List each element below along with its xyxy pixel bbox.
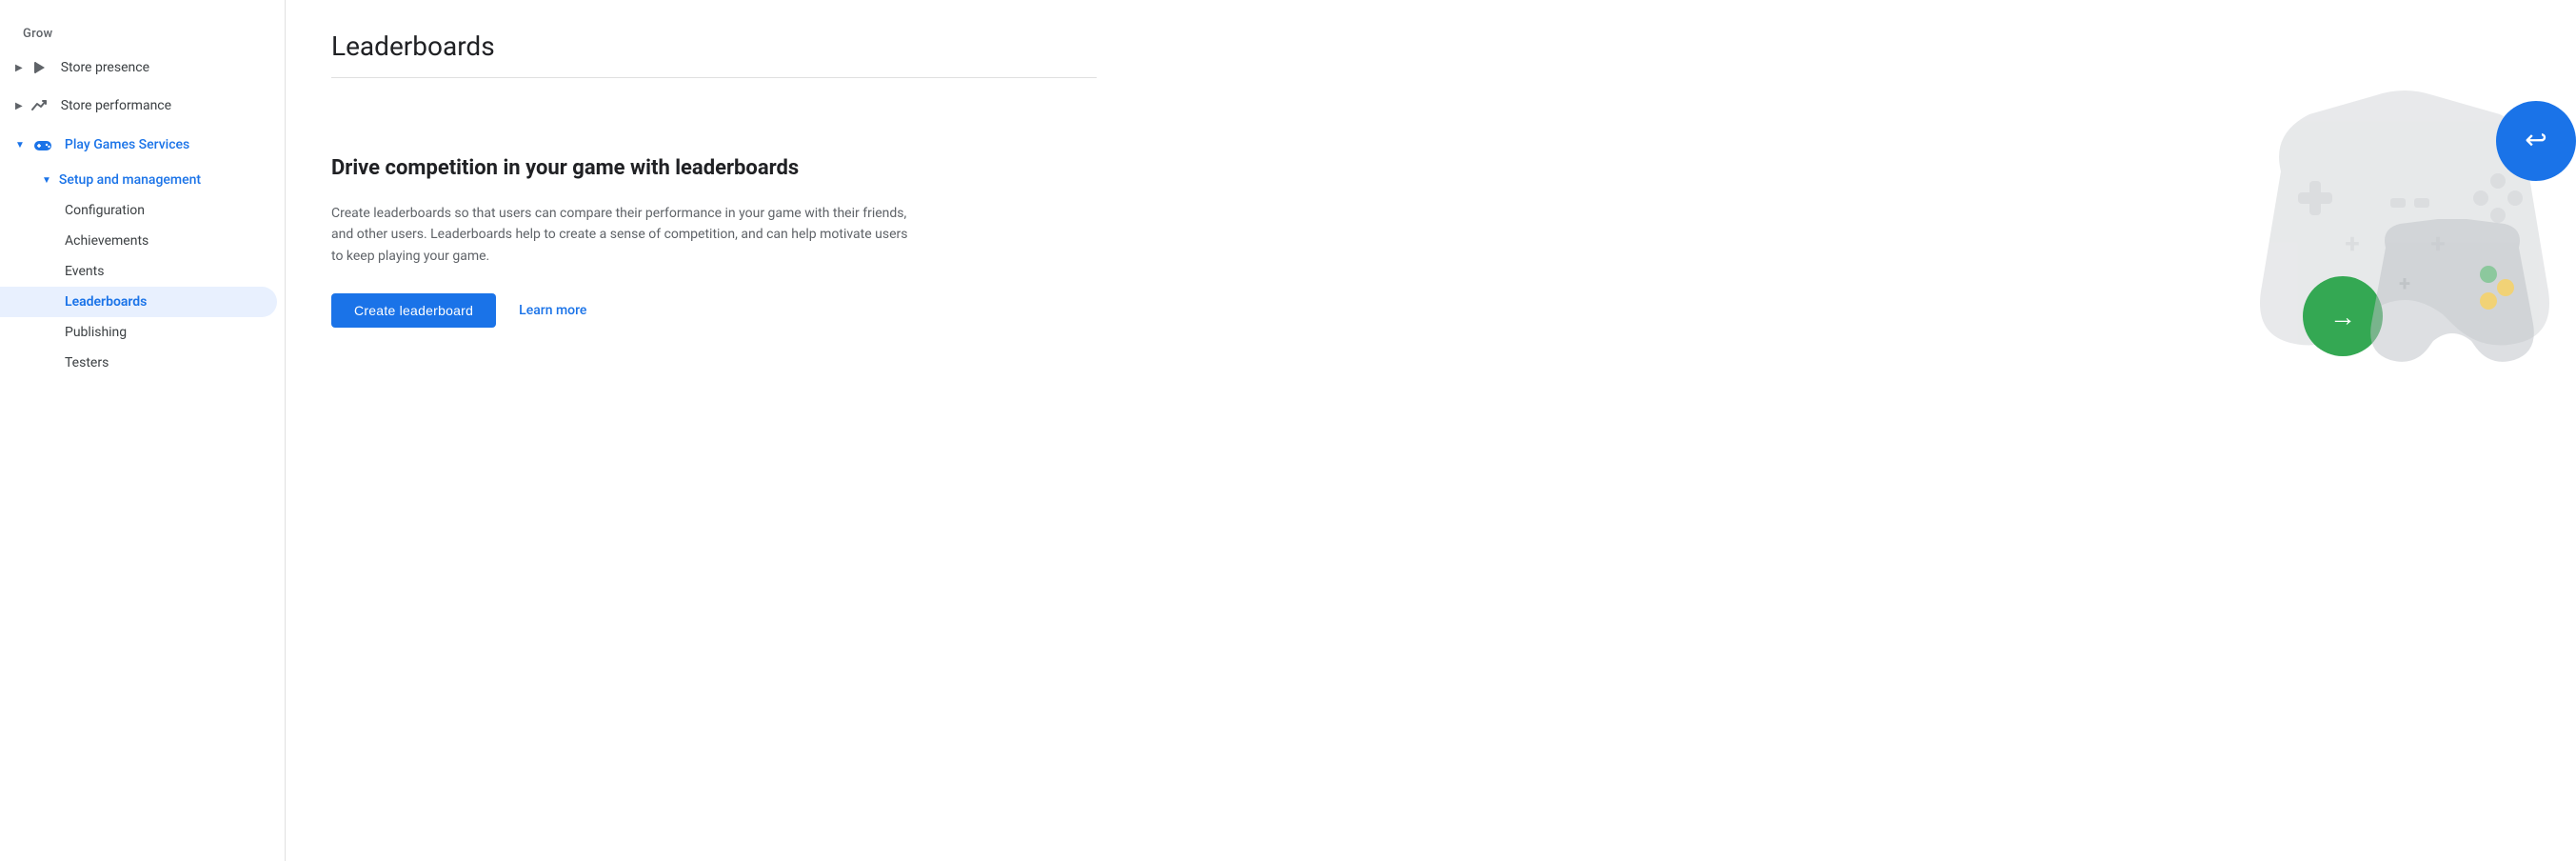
hero-text: Drive competition in your game with lead…: [331, 154, 950, 328]
trend-icon: [30, 96, 50, 115]
create-leaderboard-button[interactable]: Create leaderboard: [331, 293, 496, 328]
play-icon: [30, 58, 50, 77]
chevron-down-icon: ▼: [15, 140, 25, 150]
svg-text:↩: ↩: [2525, 124, 2546, 155]
sidebar-publishing-label: Publishing: [65, 325, 127, 340]
sidebar-item-achievements[interactable]: Achievements: [0, 226, 277, 256]
sidebar-events-label: Events: [65, 264, 104, 279]
sidebar-leaderboards-label: Leaderboards: [65, 294, 147, 310]
sidebar-item-store-performance[interactable]: ▶ Store performance: [0, 87, 277, 125]
svg-text:→: →: [2329, 301, 2356, 332]
sidebar-item-testers[interactable]: Testers: [0, 348, 277, 378]
hero-title: Drive competition in your game with lead…: [331, 154, 950, 184]
main-content-area: Leaderboards Drive competition in your g…: [286, 0, 2576, 861]
sidebar-configuration-label: Configuration: [65, 203, 145, 218]
page-title: Leaderboards: [331, 30, 1097, 62]
sidebar-setup-management-label: Setup and management: [59, 172, 201, 188]
learn-more-link[interactable]: Learn more: [519, 303, 586, 318]
sidebar-item-play-games-services[interactable]: ▼ Play Games Services: [0, 125, 277, 165]
svg-text:+: +: [2345, 228, 2359, 259]
title-divider: [331, 77, 1097, 78]
sidebar-item-play-games-label: Play Games Services: [65, 137, 189, 152]
game-controller-illustration: + + ↩ → +: [2252, 57, 2576, 419]
sidebar-item-store-performance-label: Store performance: [61, 98, 171, 113]
hero-actions: Create leaderboard Learn more: [331, 293, 950, 328]
sidebar-item-configuration[interactable]: Configuration: [0, 195, 277, 226]
svg-text:+: +: [2399, 272, 2410, 296]
hero-section: Drive competition in your game with lead…: [331, 154, 1097, 328]
hero-description: Create leaderboards so that users can co…: [331, 203, 921, 267]
grow-section-label: Grow: [0, 19, 285, 49]
chevron-right-icon: ▶: [15, 63, 23, 73]
sidebar-item-leaderboards[interactable]: Leaderboards: [0, 287, 277, 317]
sidebar-item-setup-management[interactable]: ▼ Setup and management: [0, 165, 277, 195]
sidebar-testers-label: Testers: [65, 355, 109, 370]
sidebar-item-store-presence[interactable]: ▶ Store presence: [0, 49, 277, 87]
chevron-right-icon-2: ▶: [15, 101, 23, 111]
sidebar-item-store-presence-label: Store presence: [61, 60, 149, 75]
sidebar-item-publishing[interactable]: Publishing: [0, 317, 277, 348]
sidebar-item-events[interactable]: Events: [0, 256, 277, 287]
gamepad-icon: [32, 134, 53, 155]
illustration-area: + + ↩ → +: [2252, 57, 2576, 419]
sidebar-achievements-label: Achievements: [65, 233, 149, 249]
sidebar: Grow ▶ Store presence ▶ Store performanc…: [0, 0, 286, 861]
chevron-down-icon-2: ▼: [42, 175, 51, 186]
